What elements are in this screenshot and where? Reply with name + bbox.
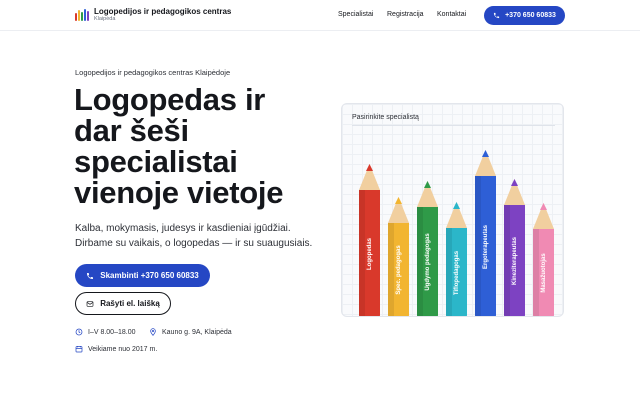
pencil-ugdymo-pedagogas[interactable]: Ugdymo pedagogas xyxy=(417,181,438,316)
page-title: Logopedas ir dar šeši specialistai vieno… xyxy=(74,82,284,210)
address-text: Kauno g. 9A, Klaipėda xyxy=(162,328,232,336)
pencil-label: Spec. pedagogas xyxy=(395,245,402,295)
pencil-body: Masažuotojas xyxy=(533,229,554,316)
pencil-tip xyxy=(359,164,380,190)
pencil-label: Logopedas xyxy=(366,237,373,270)
brand-city: Klaipėda xyxy=(94,16,116,22)
pencil-tip xyxy=(446,202,467,228)
address: Kauno g. 9A, Klaipėda xyxy=(149,328,232,336)
pencil-tip xyxy=(388,197,409,223)
since-year-text: Veikiame nuo 2017 m. xyxy=(88,345,158,353)
hero-description-line-1: Kalba, mokymasis, judesys ir kasdieniai … xyxy=(75,223,291,234)
call-button[interactable]: Skambinti +370 650 60833 xyxy=(75,264,210,287)
specialists-card: Pasirinkite specialistą Logopedas Spec. p… xyxy=(341,103,564,317)
pencil-body: Ugdymo pedagogas xyxy=(417,207,438,316)
pencil-masažuotojas[interactable]: Masažuotojas xyxy=(533,203,554,316)
hero-description-line-2: Dirbame su vaikais, o logopedas — ir su … xyxy=(75,238,313,249)
nav-link-kontaktai[interactable]: Kontaktai xyxy=(437,11,466,18)
call-button-label: Skambinti +370 650 60833 xyxy=(100,271,199,280)
pencil-tiflopedagogas[interactable]: Tiflopedagogas xyxy=(446,202,467,316)
location-pin-icon xyxy=(150,328,156,336)
card-title: Pasirinkite specialistą xyxy=(352,114,419,121)
pencil-label: Masažuotojas xyxy=(540,253,547,293)
pencil-body: Kineziterapeutas xyxy=(504,205,525,316)
pencil-body: Logopedas xyxy=(359,190,380,316)
hero-description: Kalba, mokymasis, judesys ir kasdieniai … xyxy=(75,221,335,251)
pencil-tip xyxy=(475,150,496,176)
pencil-tip xyxy=(417,181,438,207)
pencil-spec-pedagogas[interactable]: Spec. pedagogas xyxy=(388,197,409,316)
pencil-body: Ergoterapeutas xyxy=(475,176,496,316)
phone-icon xyxy=(87,272,94,279)
brand-logo[interactable] xyxy=(75,9,89,21)
pencil-ergoterapeutas[interactable]: Ergoterapeutas xyxy=(475,150,496,316)
nav-link-registracija[interactable]: Registracija xyxy=(387,11,424,18)
pencil-body: Tiflopedagogas xyxy=(446,228,467,316)
clock-icon xyxy=(75,328,83,336)
pencil-label: Tiflopedagogas xyxy=(453,250,460,295)
phone-icon xyxy=(493,12,500,19)
mail-icon xyxy=(86,300,94,307)
since-year: Veikiame nuo 2017 m. xyxy=(75,345,157,353)
pencil-tip xyxy=(533,203,554,229)
nav-link-specialistai[interactable]: Specialistai xyxy=(338,11,373,18)
pencil-kineziterapeutas[interactable]: Kineziterapeutas xyxy=(504,179,525,316)
pencil-label: Ergoterapeutas xyxy=(482,224,489,269)
pencil-label: Kineziterapeutas xyxy=(511,236,518,286)
pencil-logopedas[interactable]: Logopedas xyxy=(359,164,380,316)
working-hours: I–V 8.00–18.00 xyxy=(75,328,136,336)
email-button[interactable]: Rašyti el. laišką xyxy=(75,292,171,315)
email-button-label: Rašyti el. laišką xyxy=(100,299,160,308)
hero-eyebrow: Logopedijos ir pedagogikos centras Klaip… xyxy=(75,68,231,77)
working-hours-text: I–V 8.00–18.00 xyxy=(88,328,136,336)
site-header: Logopedijos ir pedagogikos centras Klaip… xyxy=(0,0,640,31)
header-call-label: +370 650 60833 xyxy=(505,12,556,19)
brand-name[interactable]: Logopedijos ir pedagogikos centras xyxy=(94,7,231,16)
card-divider xyxy=(352,125,555,126)
calendar-icon xyxy=(75,346,83,353)
pencil-body: Spec. pedagogas xyxy=(388,223,409,316)
pencil-tip xyxy=(504,179,525,205)
pencil-label: Ugdymo pedagogas xyxy=(424,233,431,291)
header-call-button[interactable]: +370 650 60833 xyxy=(484,6,565,25)
